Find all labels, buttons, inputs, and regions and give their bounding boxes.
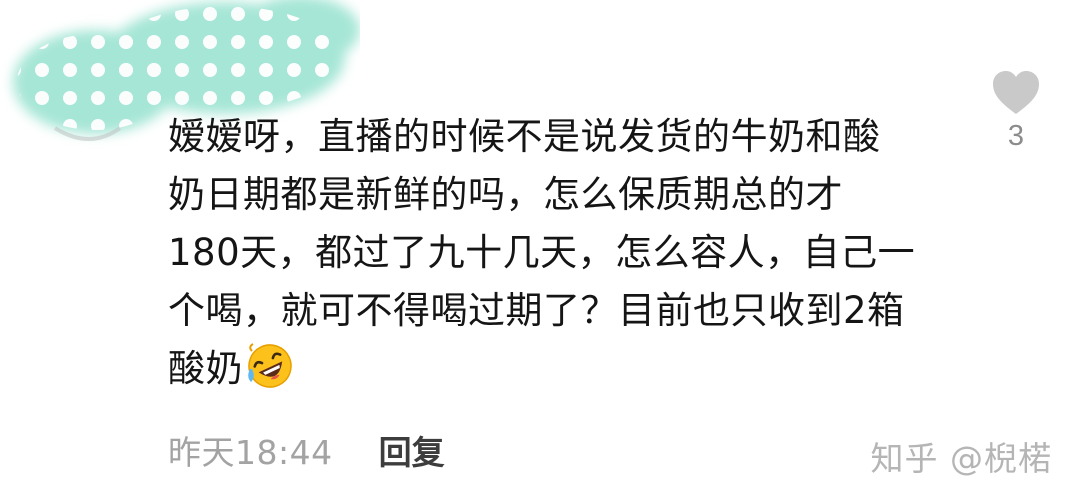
comment-line: 个喝，就可不得喝过期了？目前也只收到2箱 xyxy=(168,289,905,332)
reply-button[interactable]: 回复 xyxy=(379,426,445,474)
comment-line: 嫒嫒呀，直播的时候不是说发货的牛奶和酸 xyxy=(168,115,881,158)
comment-line: 奶日期都是新鲜的吗，怎么保质期总的才 xyxy=(168,173,843,216)
like-button[interactable]: 3 xyxy=(986,70,1046,166)
rolling-on-floor-laughing-emoji xyxy=(245,341,295,391)
comment-body: 嫒嫒呀，直播的时候不是说发货的牛奶和酸 奶日期都是新鲜的吗，怎么保质期总的才 1… xyxy=(168,108,978,398)
watermark: 知乎 @棿楉 xyxy=(870,439,1052,478)
comment-time: 昨天18:44 xyxy=(168,433,333,472)
comment-meta: 昨天18:44 回复 xyxy=(168,427,445,473)
comment-line: 180天，都过了九十几天，怎么容人，自己一 xyxy=(168,231,916,274)
like-count: 3 xyxy=(1007,120,1025,152)
comment-line: 酸奶 xyxy=(168,347,243,390)
comment-last-line: 酸奶 xyxy=(168,340,978,398)
heart-icon xyxy=(986,70,1046,116)
